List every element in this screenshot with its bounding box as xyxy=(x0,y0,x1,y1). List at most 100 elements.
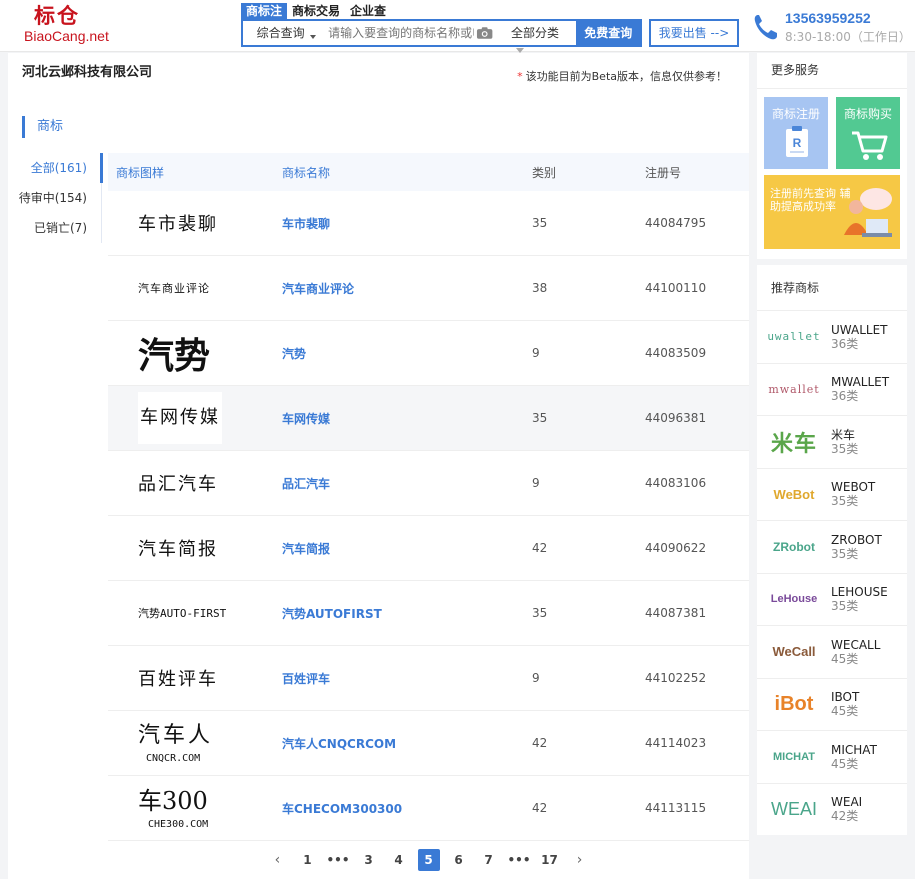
service-hours: 8:30-18:00（工作日） xyxy=(785,30,911,44)
rec-class: 45类 xyxy=(831,756,859,771)
recommended-item[interactable]: WEAI WEAI 42类 xyxy=(757,782,907,836)
table-row[interactable]: 车网传媒 车网传媒 35 44096381 xyxy=(108,386,749,451)
cart-icon xyxy=(852,131,888,160)
trademark-image[interactable]: 车300 CHE300.COM xyxy=(108,776,282,840)
page-5-current[interactable]: 5 xyxy=(417,849,440,871)
trademark-name-link[interactable]: 汽车商业评论 xyxy=(282,280,532,297)
tab-company-search[interactable]: 企业查 xyxy=(345,3,391,20)
page-6[interactable]: 6 xyxy=(448,849,470,871)
rec-class: 35类 xyxy=(831,599,859,614)
table-row[interactable]: 汽车商业评论 汽车商业评论 38 44100110 xyxy=(108,256,749,321)
page-17[interactable]: 17 xyxy=(539,849,561,871)
page-7[interactable]: 7 xyxy=(478,849,500,871)
trademark-name-link[interactable]: 车网传媒 xyxy=(282,410,532,427)
prev-page-chevron-icon[interactable]: ‹ xyxy=(266,849,288,871)
page-ellipsis[interactable]: ••• xyxy=(508,849,531,871)
recommended-item[interactable]: uwallet UWALLET 36类 xyxy=(757,310,907,363)
trademark-name-link[interactable]: 车CHECOM300300 xyxy=(282,800,532,817)
recommended-item[interactable]: LeHouse LEHOUSE 35类 xyxy=(757,572,907,626)
service-search-first-banner[interactable]: 注册前先查询 辅助提高成功率 xyxy=(764,175,900,249)
logo-cn-text: 标仓 xyxy=(34,3,80,28)
service-buy[interactable]: 商标购买 xyxy=(836,97,900,169)
trademark-reg-no: 44083509 xyxy=(645,346,707,360)
trademark-name-link[interactable]: 汽势 xyxy=(282,345,532,362)
trademark-image[interactable]: 汽车简报 xyxy=(108,516,282,580)
category-select[interactable]: 全部分类 xyxy=(494,21,577,45)
trademark-image[interactable]: 汽势 xyxy=(108,321,282,385)
rec-class: 45类 xyxy=(831,651,859,666)
trademark-name-link[interactable]: 百姓评车 xyxy=(282,670,532,687)
recommended-item[interactable]: MICHAT MICHAT 45类 xyxy=(757,730,907,783)
page-4[interactable]: 4 xyxy=(388,849,410,871)
phone-number: 13563959252 xyxy=(785,10,871,26)
camera-icon[interactable] xyxy=(476,26,493,40)
trademark-class: 9 xyxy=(532,346,540,360)
main-panel: 河北云邺科技有限公司 * 该功能目前为Beta版本，信息仅供参考！ 商标 全部(1… xyxy=(8,53,749,879)
trademark-table: 商标图样 商标名称 类别 注册号 车市裴聊 车市裴聊 35 44084795 汽… xyxy=(108,153,749,841)
table-row[interactable]: 汽势AUTO-FIRST 汽势AUTOFIRST 35 44087381 xyxy=(108,581,749,646)
trademark-image[interactable]: 汽势AUTO-FIRST xyxy=(108,581,282,645)
top-header: 标仓 BiaoCang.net 商标注 商标交易 企业查 综合查询 全部分类 免… xyxy=(0,0,915,53)
trademark-name-link[interactable]: 车市裴聊 xyxy=(282,215,532,232)
trademark-reg-no: 44087381 xyxy=(645,606,707,620)
page-1[interactable]: 1 xyxy=(296,849,318,871)
rec-logo: iBot xyxy=(774,692,814,715)
table-row[interactable]: 车300 CHE300.COM 车CHECOM300300 42 4411311… xyxy=(108,776,749,841)
rec-logo: uwallet xyxy=(767,330,821,344)
rec-name: UWALLET xyxy=(831,322,888,337)
col-name: 商标名称 xyxy=(282,165,331,180)
page-ellipsis[interactable]: ••• xyxy=(326,849,349,871)
certificate-icon: R xyxy=(786,126,808,157)
recommended-item[interactable]: iBot IBOT 45类 xyxy=(757,677,907,731)
tab-trademark-register[interactable]: 商标注 xyxy=(241,3,288,20)
trademark-name-link[interactable]: 汽势AUTOFIRST xyxy=(282,605,532,622)
logo-en-text: BiaoCang.net xyxy=(24,28,109,44)
trademark-reg-no: 44113115 xyxy=(645,801,707,815)
trademark-image[interactable]: 车市裴聊 xyxy=(108,191,282,255)
filter-expired[interactable]: 已销亡(7) xyxy=(8,213,101,243)
filter-pending[interactable]: 待审中(154) xyxy=(8,183,101,213)
search-input[interactable] xyxy=(318,21,475,45)
services-panel: 更多服务 商标注册 R 商标购买 注册前先查询 辅助提高成功率 xyxy=(757,53,907,259)
trademark-image[interactable]: 品汇汽车 xyxy=(108,451,282,515)
person-desk-icon xyxy=(844,188,892,237)
table-row[interactable]: 汽车简报 汽车简报 42 44090622 xyxy=(108,516,749,581)
col-reg: 注册号 xyxy=(645,165,682,180)
next-page-chevron-icon[interactable]: › xyxy=(569,849,591,871)
recommended-item[interactable]: mwallet MWALLET 36类 xyxy=(757,362,907,416)
recommended-item[interactable]: WeBot WEBOT 35类 xyxy=(757,467,907,521)
tab-trademark-trade[interactable]: 商标交易 xyxy=(287,3,345,20)
trademark-name-link[interactable]: 汽车简报 xyxy=(282,540,532,557)
recommended-item[interactable]: ZRobot ZROBOT 35类 xyxy=(757,520,907,573)
site-logo[interactable]: 标仓 BiaoCang.net xyxy=(22,4,112,48)
rec-name: ZROBOT xyxy=(831,532,882,547)
table-row[interactable]: 车市裴聊 车市裴聊 35 44084795 xyxy=(108,191,749,256)
trademark-name-link[interactable]: 品汇汽车 xyxy=(282,475,532,492)
free-search-button[interactable]: 免费查询 xyxy=(576,19,640,47)
trademark-name-link[interactable]: 汽车人CNQCRCOM xyxy=(282,735,532,752)
filter-all[interactable]: 全部(161) xyxy=(8,153,101,183)
trademark-image[interactable]: 车网传媒 xyxy=(108,386,282,450)
filter-active-indicator xyxy=(100,153,103,183)
rec-name: WEAI xyxy=(831,795,863,810)
trademark-reg-no: 44114023 xyxy=(645,736,707,750)
sell-button[interactable]: 我要出售 --> xyxy=(649,19,739,47)
beta-notice-text: 该功能目前为Beta版本，信息仅供参考！ xyxy=(525,70,727,83)
table-row[interactable]: 百姓评车 百姓评车 9 44102252 xyxy=(108,646,749,711)
table-row[interactable]: 汽势 汽势 9 44083509 xyxy=(108,321,749,386)
table-row[interactable]: 品汇汽车 品汇汽车 9 44083106 xyxy=(108,451,749,516)
search-type-select[interactable]: 综合查询 xyxy=(243,21,318,45)
trademark-image[interactable]: 汽车人 CNQCR.COM xyxy=(108,711,282,775)
table-row[interactable]: 汽车人 CNQCR.COM 汽车人CNQCRCOM 42 44114023 xyxy=(108,711,749,776)
rec-class: 45类 xyxy=(831,704,859,719)
rec-name: IBOT xyxy=(831,690,860,705)
trademark-image[interactable]: 汽车商业评论 xyxy=(108,256,282,320)
page-3[interactable]: 3 xyxy=(358,849,380,871)
recommended-item[interactable]: WeCall WECALL 45类 xyxy=(757,625,907,678)
rec-name: WECALL xyxy=(831,637,881,652)
recommended-panel: 推荐商标 uwallet UWALLET 36类 mwallet MWALLET 3… xyxy=(757,265,907,835)
svg-text:R: R xyxy=(793,136,802,150)
recommended-item[interactable]: 米车 米车 35类 xyxy=(757,415,907,468)
trademark-image[interactable]: 百姓评车 xyxy=(108,646,282,710)
service-register[interactable]: 商标注册 R xyxy=(764,97,828,169)
